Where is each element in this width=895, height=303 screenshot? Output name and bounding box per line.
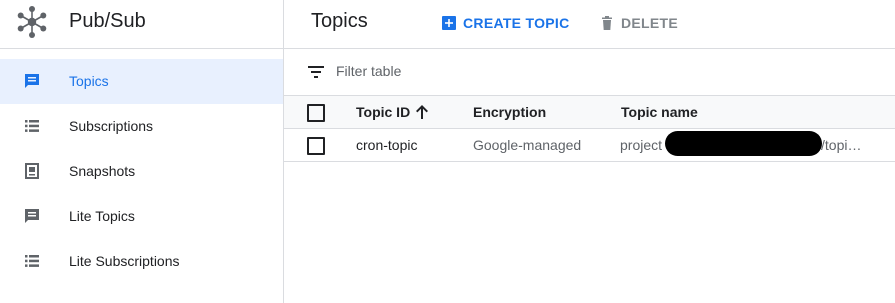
sort-ascending-icon[interactable] xyxy=(415,104,429,120)
subscriptions-list-icon xyxy=(25,120,39,132)
topic-name-prefix: project xyxy=(620,137,663,153)
delete-button[interactable]: DELETE xyxy=(599,13,678,33)
sidebar-item-label: Lite Topics xyxy=(69,208,135,224)
create-topic-button[interactable]: CREATE TOPIC xyxy=(441,13,570,33)
trash-icon xyxy=(602,16,612,30)
toolbar: Topics CREATE TOPIC DELETE xyxy=(284,0,895,49)
sidebar-item-label: Subscriptions xyxy=(69,118,154,134)
sidebar-item-subscriptions[interactable]: Subscriptions xyxy=(0,104,283,149)
sidebar-nav: Topics Subscriptions Snapshots Lite Topi… xyxy=(0,59,283,284)
column-header-topic-id[interactable]: Topic ID xyxy=(356,104,410,120)
create-topic-label: CREATE TOPIC xyxy=(463,15,570,31)
redaction-mark xyxy=(665,131,822,156)
row-checkbox[interactable] xyxy=(307,137,325,155)
filter-icon[interactable] xyxy=(308,66,324,78)
sidebar-item-label: Topics xyxy=(69,73,109,89)
topic-id-cell[interactable]: cron-topic xyxy=(356,137,417,153)
filter-input[interactable] xyxy=(336,60,756,82)
topics-icon xyxy=(25,74,39,88)
sidebar-item-label: Snapshots xyxy=(69,163,136,179)
sidebar-item-topics[interactable]: Topics xyxy=(0,59,283,104)
encryption-cell: Google-managed xyxy=(473,137,582,153)
sidebar-item-snapshots[interactable]: Snapshots xyxy=(0,149,283,194)
product-header: Pub/Sub xyxy=(0,0,283,49)
main-panel: Topics CREATE TOPIC DELETE Filter table … xyxy=(284,0,895,303)
sidebar: Pub/Sub Topics Subscriptions Snapshots L… xyxy=(0,0,284,303)
snapshot-icon xyxy=(25,163,39,179)
topic-name-suffix: /topi… xyxy=(821,137,862,153)
table-header: Topic ID Encryption Topic name xyxy=(284,96,895,129)
lite-subscriptions-list-icon xyxy=(25,255,39,267)
pubsub-logo-icon xyxy=(17,6,47,38)
product-title: Pub/Sub xyxy=(69,10,146,32)
page-title: Topics xyxy=(311,10,368,32)
column-header-topic-name[interactable]: Topic name xyxy=(621,104,698,120)
delete-label: DELETE xyxy=(621,15,679,31)
sidebar-item-lite-topics[interactable]: Lite Topics xyxy=(0,194,283,239)
select-all-checkbox[interactable] xyxy=(307,104,325,122)
lite-topics-icon xyxy=(25,209,39,223)
filter-bar xyxy=(284,49,895,96)
table-row[interactable]: cron-topic Google-managed project /topi… xyxy=(284,129,895,162)
sidebar-item-label: Lite Subscriptions xyxy=(69,253,180,269)
add-box-icon xyxy=(442,16,456,30)
column-header-encryption[interactable]: Encryption xyxy=(473,104,546,120)
sidebar-item-lite-subscriptions[interactable]: Lite Subscriptions xyxy=(0,239,283,284)
